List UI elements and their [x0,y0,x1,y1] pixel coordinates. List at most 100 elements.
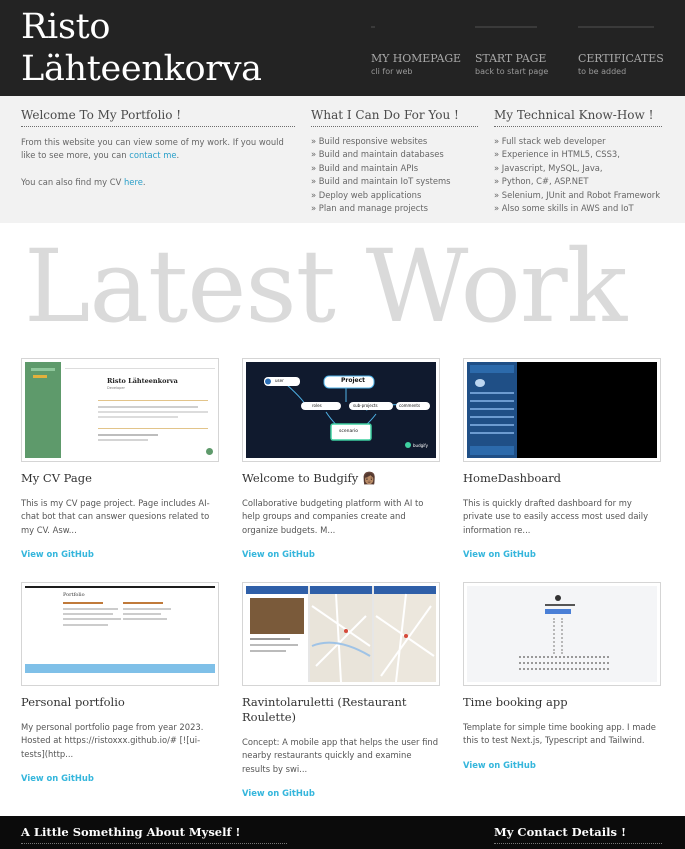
nav-indicator [371,26,375,28]
nav-indicator [578,26,654,28]
project-card-personal-portfolio: Portfolio Personal portfolio My personal… [21,582,219,783]
dashboard-panel [467,362,517,458]
view-on-github-link[interactable]: View on GitHub [463,760,661,770]
project-thumbnail[interactable] [463,358,661,462]
footer-bar [25,664,215,673]
project-title: My CV Page [21,471,92,485]
site-header: Risto Lähteenkorva MY HOMEPAGE cli for w… [0,0,685,96]
cv-role: Developer [107,386,126,390]
intro-band: Welcome To My Portfolio ! From this webs… [0,96,685,223]
nav-label[interactable]: MY HOMEPAGE [371,52,461,65]
punctuation: . [142,176,146,187]
list-item: » Build and maintain IoT systems [311,176,451,187]
project-thumbnail[interactable]: Portfolio [21,582,219,686]
project-description: Template for simple time booking app. I … [463,722,656,746]
services-list: » Build responsive websites » Build and … [311,135,478,215]
ravintolaruletti-screenshot [246,586,436,682]
nav-start-page[interactable]: START PAGE back to start page [475,20,565,80]
site-footer: A Little Something About Myself ! My Con… [0,816,685,849]
cv-page-screenshot: Risto Lähteenkorva Developer [25,362,215,458]
list-item: » Build responsive websites [311,136,428,146]
data-row [470,416,514,418]
view-on-github-link[interactable]: View on GitHub [242,788,440,798]
list-item: » Build and maintain APIs [311,162,419,173]
nav-certificates[interactable]: CERTIFICATES to be added [578,20,668,80]
top-border [25,586,215,588]
view-on-github-link[interactable]: View on GitHub [21,773,219,783]
nav-sublabel: back to start page [475,67,549,76]
project-thumbnail[interactable]: Risto Lähteenkorva Developer [21,358,219,462]
text-line [63,618,121,620]
list-item: » Selenium, JUnit and Robot Framework [494,189,661,200]
text-line [63,624,108,626]
project-title: HomeDashboard [463,471,562,485]
project-description: Concept: A mobile app that helps the use… [242,737,439,774]
divider [98,428,208,429]
data-row [470,400,514,402]
cv-text-body: You can also find my CV [21,176,122,187]
project-description: This is quickly drafted dashboard for my… [463,498,649,535]
text-line [98,434,158,436]
time-booking-screenshot [467,586,657,682]
calendar-row [519,656,609,658]
list-item: » Also some skills in AWS and IoT [494,203,634,214]
text-line [123,613,161,615]
knowhow-section: My Technical Know-How ! » Full stack web… [494,108,662,215]
nav-label[interactable]: CERTIFICATES [578,52,664,65]
temperature-bar [470,446,514,455]
project-title: Time booking app [463,695,568,709]
nav-label[interactable]: START PAGE [475,52,546,65]
project-thumbnail[interactable]: Project user roles sub-projects comments… [242,358,440,462]
view-on-github-link[interactable]: View on GitHub [463,549,661,559]
site-title: Risto Lähteenkorva [21,7,262,89]
weather-icon [475,379,485,387]
homedashboard-screenshot [467,362,657,458]
list-item: » Deploy web applications [311,189,422,200]
data-row [470,424,514,426]
sidebar-icons [31,368,55,371]
text-line [98,406,198,408]
project-card-ravintolaruletti: Ravintolaruletti (Restaurant Roulette) C… [242,582,440,798]
text-line [123,618,167,620]
nav-my-homepage[interactable]: MY HOMEPAGE cli for web [371,20,461,80]
calendar-row [519,668,609,670]
project-thumbnail[interactable] [242,582,440,686]
project-title: Ravintolaruletti (Restaurant Roulette) [242,695,407,724]
chat-bot-icon [206,448,213,455]
project-thumbnail[interactable] [463,582,661,686]
text-line [63,602,103,604]
text-line [98,439,148,441]
project-title: Welcome to Budgify 👩🏽 [242,471,377,485]
services-title: What I Can Do For You ! [311,108,478,127]
view-on-github-link[interactable]: View on GitHub [21,549,219,559]
list-item: » Javascript, MySQL, Java, [494,162,603,173]
cv-here-link[interactable]: here [124,177,143,187]
cv-text: You can also find my CV here. [21,176,295,189]
slot-column [561,618,563,654]
latest-work-heading: Latest Work [24,228,627,345]
budgify-scenario-label: scenario [339,429,359,434]
text-line [98,411,208,413]
map-roads [311,593,435,682]
nav-sublabel: cli for web [371,67,413,76]
data-row [470,408,514,410]
about-myself-title: A Little Something About Myself ! [21,825,287,844]
list-item: » Full stack web developer [494,136,606,146]
contact-me-link[interactable]: contact me [129,150,176,160]
text-line [63,613,113,615]
text-line [123,608,171,610]
budgify-comments-label: comments [399,403,421,408]
budgify-roles-label: roles [312,403,322,408]
portfolio-title: Portfolio [63,592,85,598]
budgify-user-label: user [275,378,284,383]
portfolio-screenshot: Portfolio [25,586,215,682]
view-on-github-link[interactable]: View on GitHub [242,549,440,559]
text-line [123,602,163,604]
dashboard-header [470,365,514,373]
list-item: » Plan and manage projects [311,203,428,214]
project-card-budgify: Project user roles sub-projects comments… [242,358,440,559]
services-section: What I Can Do For You ! » Build responsi… [311,108,478,215]
project-description: My personal portfolio page from year 202… [21,722,204,759]
project-card-cv-page: Risto Lähteenkorva Developer My CV Page … [21,358,219,559]
app-logo [555,595,561,601]
